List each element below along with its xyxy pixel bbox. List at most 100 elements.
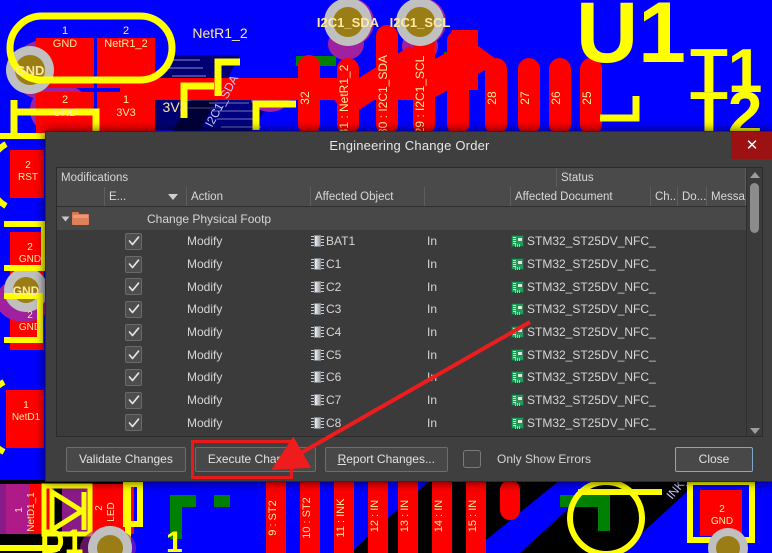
- row-object-label: C8: [326, 416, 341, 430]
- row-action: Modify: [187, 325, 311, 339]
- close-button[interactable]: Close: [675, 447, 753, 472]
- row-enable-cell[interactable]: [105, 414, 187, 431]
- row-enable-cell[interactable]: [105, 301, 187, 318]
- table-row[interactable]: ModifyC7InSTM32_ST25DV_NFC_: [57, 389, 746, 412]
- svg-text:2: 2: [719, 504, 725, 515]
- column-header-affected-document[interactable]: Affected Document: [511, 187, 651, 206]
- row-affected-object: C7: [311, 393, 425, 407]
- table-row[interactable]: ModifyC8InSTM32_ST25DV_NFC_: [57, 412, 746, 435]
- row-action: Modify: [187, 348, 311, 362]
- row-object-label: C2: [326, 280, 341, 294]
- component-icon: [311, 370, 324, 384]
- row-enable-checkbox[interactable]: [125, 233, 142, 250]
- table-row[interactable]: ModifyC1InSTM32_ST25DV_NFC_: [57, 253, 746, 276]
- group-header-modifications: Modifications: [57, 168, 557, 187]
- pcb-document-icon: [511, 302, 525, 316]
- only-show-errors-label: Only Show Errors: [497, 452, 591, 466]
- table-row[interactable]: ModifyC3InSTM32_ST25DV_NFC_: [57, 298, 746, 321]
- pcb-document-icon: [511, 393, 525, 407]
- pcb-document-icon: [511, 234, 525, 248]
- table-row[interactable]: ModifyC4InSTM32_ST25DV_NFC_: [57, 321, 746, 344]
- scrollbar-track[interactable]: [747, 181, 762, 436]
- row-affected-document: STM32_ST25DV_NFC_: [511, 325, 711, 339]
- svg-text:30 : I2C1_SDA: 30 : I2C1_SDA: [376, 55, 390, 135]
- svg-text:RST: RST: [18, 172, 38, 183]
- scroll-down-arrow-icon[interactable]: [747, 428, 762, 434]
- svg-text:GND: GND: [13, 284, 40, 298]
- row-object-label: BAT1: [326, 234, 355, 248]
- sort-descending-icon[interactable]: [168, 194, 178, 200]
- column-header-enable-label: E...: [109, 191, 126, 203]
- row-action: Modify: [187, 280, 311, 294]
- column-header-message[interactable]: Message: [707, 187, 746, 206]
- svg-text:2: 2: [123, 25, 129, 37]
- column-header-done[interactable]: Do...: [678, 187, 707, 206]
- svg-text:I2C1_SCL: I2C1_SCL: [390, 15, 451, 30]
- row-enable-cell[interactable]: [105, 392, 187, 409]
- svg-text:13 : IN: 13 : IN: [399, 500, 411, 532]
- row-enable-checkbox[interactable]: [125, 369, 142, 386]
- column-header-enable[interactable]: E...: [105, 187, 187, 206]
- row-enable-checkbox[interactable]: [125, 301, 142, 318]
- svg-text:12 : IN: 12 : IN: [369, 500, 381, 532]
- validate-changes-button[interactable]: Validate Changes: [66, 447, 186, 472]
- grid-vertical-scrollbar[interactable]: [746, 168, 762, 436]
- dialog-titlebar[interactable]: Engineering Change Order ✕: [46, 132, 772, 159]
- row-enable-cell[interactable]: [105, 233, 187, 250]
- table-row[interactable]: ModifyBAT1InSTM32_ST25DV_NFC_: [57, 230, 746, 253]
- row-enable-cell[interactable]: [105, 278, 187, 295]
- column-header-check[interactable]: Ch...: [651, 187, 678, 206]
- close-icon[interactable]: ✕: [731, 132, 772, 159]
- pcb-document-icon: [511, 325, 525, 339]
- row-document-label: STM32_ST25DV_NFC_: [527, 257, 656, 271]
- only-show-errors-checkbox[interactable]: [463, 450, 481, 468]
- row-affected-document: STM32_ST25DV_NFC_: [511, 370, 711, 384]
- svg-text:U1: U1: [576, 0, 686, 81]
- row-preposition: In: [425, 348, 511, 362]
- row-preposition: In: [425, 234, 511, 248]
- row-enable-checkbox[interactable]: [125, 392, 142, 409]
- column-header-object-ext[interactable]: [425, 187, 511, 206]
- collapse-triangle-icon[interactable]: [62, 216, 70, 221]
- dialog-body: Modifications Status E... Action Affecte…: [46, 159, 772, 481]
- row-affected-document: STM32_ST25DV_NFC_: [511, 393, 711, 407]
- table-row[interactable]: ModifyC2InSTM32_ST25DV_NFC_: [57, 275, 746, 298]
- row-enable-cell[interactable]: [105, 346, 187, 363]
- row-enable-checkbox[interactable]: [125, 278, 142, 295]
- row-enable-cell[interactable]: [105, 256, 187, 273]
- row-affected-document: STM32_ST25DV_NFC_: [511, 302, 711, 316]
- row-document-label: STM32_ST25DV_NFC_: [527, 280, 656, 294]
- row-affected-document: STM32_ST25DV_NFC_: [511, 257, 711, 271]
- svg-text:2: 2: [25, 160, 31, 171]
- dialog-title: Engineering Change Order: [329, 138, 489, 153]
- row-action: Modify: [187, 234, 311, 248]
- row-action: Modify: [187, 257, 311, 271]
- row-affected-document: STM32_ST25DV_NFC_: [511, 416, 711, 430]
- row-enable-cell[interactable]: [105, 324, 187, 341]
- svg-text:27: 27: [518, 91, 532, 105]
- column-header-action[interactable]: Action: [187, 187, 311, 206]
- row-enable-checkbox[interactable]: [125, 324, 142, 341]
- grid-scroll-wrapper: Modifications Status E... Action Affecte…: [57, 168, 762, 436]
- scroll-up-arrow-icon[interactable]: [750, 168, 760, 181]
- row-enable-checkbox[interactable]: [125, 256, 142, 273]
- column-header-affected-object[interactable]: Affected Object: [311, 187, 425, 206]
- table-row-group[interactable]: Change Physical Footp: [57, 207, 746, 230]
- svg-text:14 : IN: 14 : IN: [433, 500, 445, 532]
- report-changes-button[interactable]: Report Changes...: [325, 447, 448, 472]
- grid-group-header: Modifications Status: [57, 168, 746, 187]
- row-action: Modify: [187, 393, 311, 407]
- row-enable-checkbox[interactable]: [125, 346, 142, 363]
- table-row[interactable]: ModifyC6InSTM32_ST25DV_NFC_: [57, 366, 746, 389]
- table-row[interactable]: ModifyC5InSTM32_ST25DV_NFC_: [57, 343, 746, 366]
- scrollbar-thumb[interactable]: [750, 183, 759, 233]
- svg-text:26: 26: [549, 91, 563, 105]
- row-affected-object: C3: [311, 302, 425, 316]
- modifications-grid: Modifications Status E... Action Affecte…: [56, 167, 763, 437]
- row-object-label: C7: [326, 393, 341, 407]
- group-header-status: Status: [557, 168, 746, 187]
- row-enable-cell[interactable]: [105, 369, 187, 386]
- execute-changes-button[interactable]: Execute Changes: [195, 447, 316, 472]
- row-preposition: In: [425, 416, 511, 430]
- row-enable-checkbox[interactable]: [125, 414, 142, 431]
